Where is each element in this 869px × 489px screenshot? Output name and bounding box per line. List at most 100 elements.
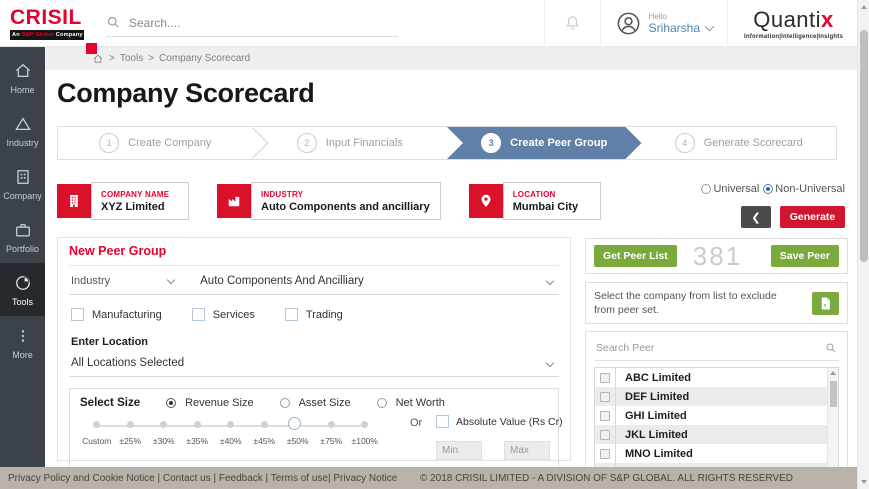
checkbox-icon <box>436 415 449 428</box>
row-checkbox[interactable] <box>595 444 616 463</box>
slider-stop[interactable] <box>227 421 234 428</box>
sidebar-item-industry[interactable]: Industry <box>0 104 45 157</box>
peer-panel: Get Peer List 381 Save Peer Select the c… <box>585 238 848 467</box>
slider-handle[interactable] <box>288 417 301 430</box>
manufacturing-checkbox[interactable]: Manufacturing <box>71 308 162 321</box>
list-scrollbar[interactable] <box>827 368 838 467</box>
checkbox-icon <box>600 392 610 402</box>
search-input[interactable] <box>129 16 369 30</box>
step-create-company[interactable]: 1 Create Company <box>58 127 253 159</box>
step-create-peer-group[interactable]: 3 Create Peer Group <box>447 127 642 159</box>
chevron-down-icon <box>705 21 715 31</box>
scrollbar-thumb[interactable] <box>860 30 868 262</box>
min-input[interactable] <box>436 441 482 460</box>
tools-icon <box>13 273 33 293</box>
row-checkbox[interactable] <box>595 368 616 387</box>
company-row[interactable]: JKL Limited <box>595 425 827 444</box>
back-button[interactable]: ❮ <box>741 206 771 228</box>
universal-radio[interactable]: Universal <box>701 183 759 195</box>
chevron-down-icon[interactable] <box>546 359 554 367</box>
scrollbar-thumb[interactable] <box>830 381 837 407</box>
sidebar-item-tools[interactable]: Tools <box>0 263 45 316</box>
quantix-tagline: Information|Intelligence|Insights <box>744 34 843 40</box>
industry-selected-value[interactable]: Auto Components And Ancilliary <box>200 275 364 287</box>
crisil-subtitle: An S&P Global Company <box>10 30 84 40</box>
search-icon <box>106 15 121 30</box>
peer-search-row <box>594 340 839 361</box>
slider-stop[interactable] <box>127 421 134 428</box>
generate-button[interactable]: Generate <box>780 206 845 228</box>
red-marker <box>86 43 97 54</box>
slider-stop[interactable] <box>328 421 335 428</box>
save-peer-button[interactable]: Save Peer <box>771 245 839 267</box>
scroll-up-arrow-icon[interactable] <box>861 5 867 9</box>
footer-links[interactable]: Privacy Policy and Cookie Notice | Conta… <box>8 473 397 484</box>
industry-card: INDUSTRY Auto Components and ancilliary <box>217 182 441 220</box>
revenue-size-radio[interactable]: Revenue Size <box>166 397 254 409</box>
notifications-bell-icon[interactable] <box>563 14 582 33</box>
slider-stop[interactable] <box>361 421 368 428</box>
chevron-down-icon[interactable] <box>167 276 175 284</box>
step-generate-scorecard[interactable]: 4 Generate Scorecard <box>642 127 837 159</box>
scroll-up-arrow-icon[interactable] <box>830 371 836 375</box>
location-pin-icon <box>469 184 503 218</box>
svg-text:x: x <box>824 303 827 308</box>
page-scrollbar[interactable] <box>857 0 869 489</box>
peer-company-list: ABC Limited DEF Limited GHI Limited JKL … <box>594 367 839 467</box>
step-input-financials[interactable]: 2 Input Financials <box>253 127 448 159</box>
global-search[interactable] <box>106 15 398 37</box>
sidebar-item-portfolio[interactable]: Portfolio <box>0 210 45 263</box>
non-universal-radio[interactable]: Non-Universal <box>763 183 845 195</box>
main-content: Company Scorecard 1 Create Company 2 Inp… <box>45 70 857 467</box>
services-checkbox[interactable]: Services <box>192 308 255 321</box>
sidebar-item-home[interactable]: Home <box>0 51 45 104</box>
row-checkbox[interactable] <box>595 387 616 406</box>
company-row[interactable]: GHI Limited <box>595 406 827 425</box>
quantix-logo: Quantix Information|Intelligence|Insight… <box>728 7 857 40</box>
size-range-slider: Custom ±25% ±30% ±35% ±40% ±45% ±50% ±75… <box>80 421 382 446</box>
company-row[interactable]: MNO Limited <box>595 444 827 463</box>
or-label: Or <box>410 417 422 429</box>
absolute-value-checkbox[interactable]: Absolute Value (Rs Cr) <box>436 415 563 428</box>
checkbox-icon <box>600 411 610 421</box>
slider-stop[interactable] <box>261 421 268 428</box>
checkbox-icon <box>600 449 610 459</box>
location-card: LOCATION Mumbai City <box>469 182 601 220</box>
sidebar-item-company[interactable]: Company <box>0 157 45 210</box>
crisil-wordmark: CRISIL <box>10 7 84 28</box>
home-icon[interactable] <box>92 53 104 65</box>
net-worth-radio[interactable]: Net Worth <box>377 397 445 409</box>
exclude-note-box: Select the company from list to exclude … <box>585 282 848 324</box>
breadcrumb-tools[interactable]: Tools <box>120 53 143 64</box>
company-row[interactable]: ABC Limited <box>595 368 827 387</box>
checkbox-icon <box>285 308 298 321</box>
scroll-down-arrow-icon[interactable] <box>861 480 867 484</box>
row-checkbox[interactable] <box>595 406 616 425</box>
get-peer-list-button[interactable]: Get Peer List <box>594 245 677 267</box>
industry-dropdown-label[interactable]: Industry <box>71 275 110 287</box>
export-excel-button[interactable]: x <box>812 292 839 315</box>
crisil-logo[interactable]: CRISIL An S&P Global Company <box>10 7 84 40</box>
location-selected-value[interactable]: All Locations Selected <box>71 357 184 369</box>
radio-icon <box>701 184 711 194</box>
checkbox-icon <box>600 373 610 383</box>
slider-stop[interactable] <box>194 421 201 428</box>
excel-file-icon: x <box>819 296 832 311</box>
max-input[interactable] <box>504 441 550 460</box>
radio-selected-icon <box>166 398 176 408</box>
exclude-note: Select the company from list to exclude … <box>594 289 779 317</box>
sidebar-item-more[interactable]: More <box>0 316 45 369</box>
company-info-cards: COMPANY NAME XYZ Limited INDUSTRY Auto C… <box>57 182 601 220</box>
row-checkbox[interactable] <box>595 425 616 444</box>
trading-checkbox[interactable]: Trading <box>285 308 343 321</box>
slider-stop[interactable] <box>93 421 100 428</box>
user-menu[interactable]: Hello Sriharsha <box>601 10 727 37</box>
company-row[interactable]: DEF Limited <box>595 387 827 406</box>
company-name-label: COMPANY NAME <box>101 190 178 199</box>
left-nav-sidebar: Home Industry Company Portfolio Tools Mo… <box>0 47 45 467</box>
chevron-down-icon[interactable] <box>546 277 554 285</box>
search-peer-input[interactable] <box>596 342 796 354</box>
slider-stop[interactable] <box>160 421 167 428</box>
industry-dropdown-row: Industry Auto Components And Ancilliary <box>69 266 559 295</box>
asset-size-radio[interactable]: Asset Size <box>280 397 351 409</box>
